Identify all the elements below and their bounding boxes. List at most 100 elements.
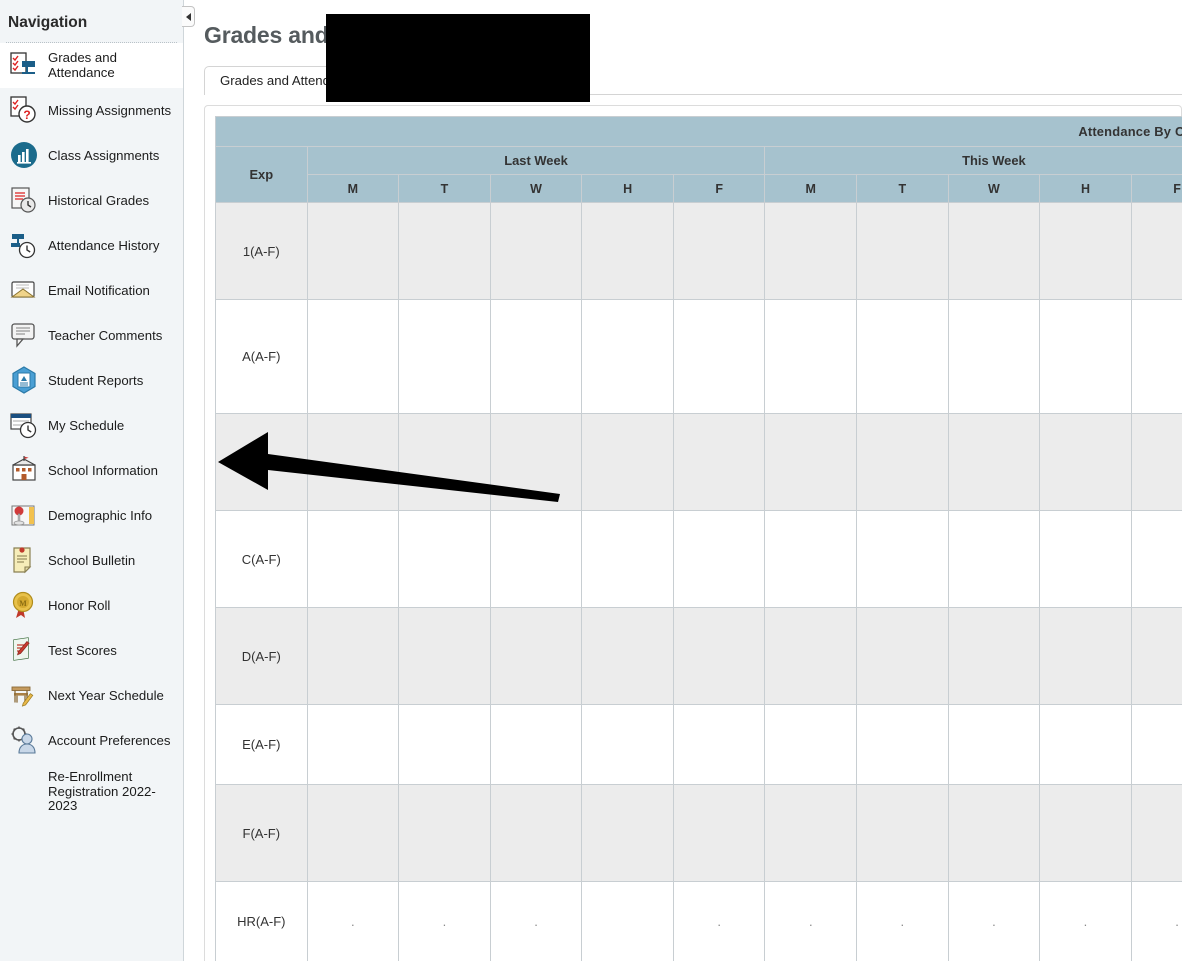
cell-attendance[interactable] — [1130, 784, 1182, 882]
cell-attendance[interactable]: . — [306, 881, 400, 961]
cell-attendance[interactable] — [764, 299, 858, 414]
sidebar-item-test-scores[interactable]: Test Scores — [0, 628, 183, 673]
cell-attendance[interactable] — [489, 607, 583, 705]
cell-attendance[interactable] — [764, 510, 858, 608]
cell-attendance[interactable] — [306, 784, 400, 882]
cell-attendance[interactable] — [672, 202, 766, 300]
cell-attendance[interactable] — [581, 784, 674, 882]
cell-attendance[interactable]: . — [947, 881, 1041, 961]
cell-attendance[interactable] — [306, 299, 400, 414]
cell-attendance[interactable] — [306, 607, 400, 705]
cell-attendance[interactable]: . — [764, 881, 858, 961]
cell-attendance[interactable] — [489, 784, 583, 882]
cell-attendance[interactable] — [947, 413, 1041, 511]
cell-attendance[interactable] — [581, 299, 674, 414]
cell-attendance[interactable]: . — [672, 881, 766, 961]
sidebar-item-teacher-comments[interactable]: Teacher Comments — [0, 313, 183, 358]
cell-attendance[interactable] — [398, 607, 491, 705]
cell-attendance[interactable] — [398, 510, 491, 608]
cell-attendance[interactable]: . — [398, 881, 491, 961]
cell-attendance[interactable] — [947, 784, 1041, 882]
cell-attendance[interactable] — [1130, 510, 1182, 608]
cell-attendance[interactable] — [581, 704, 674, 785]
cell-attendance[interactable] — [581, 202, 674, 300]
cell-attendance[interactable] — [398, 784, 491, 882]
cell-attendance[interactable] — [489, 299, 583, 414]
cell-attendance[interactable] — [672, 510, 766, 608]
cell-attendance[interactable] — [947, 510, 1041, 608]
cell-attendance[interactable] — [1039, 784, 1132, 882]
cell-attendance[interactable] — [764, 202, 858, 300]
cell-attendance[interactable] — [856, 607, 949, 705]
cell-attendance[interactable] — [1039, 510, 1132, 608]
cell-attendance[interactable] — [856, 202, 949, 300]
cell-attendance[interactable] — [672, 784, 766, 882]
cell-attendance[interactable]: . — [1130, 881, 1182, 961]
cell-attendance[interactable] — [581, 413, 674, 511]
sidebar-item-school-bulletin[interactable]: School Bulletin — [0, 538, 183, 583]
cell-attendance[interactable] — [398, 202, 491, 300]
cell-attendance[interactable] — [1130, 704, 1182, 785]
cell-attendance[interactable] — [1039, 704, 1132, 785]
sidebar-item-attendance-history[interactable]: Attendance History — [0, 223, 183, 268]
sidebar-item-student-reports[interactable]: Student Reports — [0, 358, 183, 403]
cell-attendance[interactable] — [672, 413, 766, 511]
cell-attendance[interactable] — [1039, 413, 1132, 511]
cell-attendance[interactable] — [856, 510, 949, 608]
sidebar-item-school-information[interactable]: School Information — [0, 448, 183, 493]
cell-attendance[interactable] — [947, 202, 1041, 300]
cell-attendance[interactable] — [947, 299, 1041, 414]
sidebar-item-account-preferences[interactable]: Account Preferences — [0, 718, 183, 763]
cell-attendance[interactable] — [489, 510, 583, 608]
cell-attendance[interactable] — [581, 510, 674, 608]
sidebar-item-re-enrollment-registration-2022-2023[interactable]: Re-Enrollment Registration 2022-2023 — [0, 763, 183, 822]
my-schedule-icon — [9, 410, 39, 440]
cell-attendance[interactable] — [581, 881, 674, 961]
sidebar-item-honor-roll[interactable]: M Honor Roll — [0, 583, 183, 628]
sidebar-collapse-button[interactable] — [182, 6, 195, 27]
cell-attendance[interactable] — [306, 202, 400, 300]
cell-attendance[interactable] — [764, 704, 858, 785]
sidebar-item-my-schedule[interactable]: My Schedule — [0, 403, 183, 448]
cell-attendance[interactable] — [856, 704, 949, 785]
cell-attendance[interactable] — [1130, 607, 1182, 705]
cell-attendance[interactable] — [489, 202, 583, 300]
cell-attendance[interactable] — [672, 607, 766, 705]
cell-attendance[interactable] — [947, 704, 1041, 785]
cell-attendance[interactable] — [856, 784, 949, 882]
cell-attendance[interactable] — [398, 704, 491, 785]
cell-attendance[interactable] — [1039, 299, 1132, 414]
cell-attendance[interactable] — [672, 704, 766, 785]
cell-attendance[interactable] — [489, 413, 583, 511]
sidebar-item-missing-assignments[interactable]: ? Missing Assignments — [0, 88, 183, 133]
cell-attendance[interactable] — [856, 413, 949, 511]
cell-attendance[interactable] — [947, 607, 1041, 705]
cell-attendance[interactable] — [1130, 299, 1182, 414]
cell-attendance[interactable] — [398, 299, 491, 414]
cell-attendance[interactable]: . — [489, 881, 583, 961]
sidebar-item-next-year-schedule[interactable]: Next Year Schedule — [0, 673, 183, 718]
cell-attendance[interactable] — [856, 299, 949, 414]
sidebar-item-grades-and-attendance[interactable]: Grades and Attendance — [0, 43, 183, 88]
sidebar-item-email-notification[interactable]: Email Notification — [0, 268, 183, 313]
sidebar-item-demographic-info[interactable]: Demographic Info — [0, 493, 183, 538]
sidebar-item-class-assignments[interactable]: Class Assignments — [0, 133, 183, 178]
cell-attendance[interactable]: . — [856, 881, 949, 961]
cell-attendance[interactable] — [764, 607, 858, 705]
cell-attendance[interactable] — [306, 413, 400, 511]
cell-attendance[interactable] — [1130, 413, 1182, 511]
sidebar-item-label: Class Assignments — [48, 147, 160, 163]
cell-attendance[interactable] — [764, 784, 858, 882]
cell-attendance[interactable] — [1039, 202, 1132, 300]
cell-attendance[interactable] — [581, 607, 674, 705]
cell-attendance[interactable] — [398, 413, 491, 511]
cell-attendance[interactable]: . — [1039, 881, 1132, 961]
cell-attendance[interactable] — [306, 704, 400, 785]
cell-attendance[interactable] — [1039, 607, 1132, 705]
cell-attendance[interactable] — [489, 704, 583, 785]
cell-attendance[interactable] — [306, 510, 400, 608]
sidebar-item-historical-grades[interactable]: Historical Grades — [0, 178, 183, 223]
cell-attendance[interactable] — [672, 299, 766, 414]
cell-attendance[interactable] — [764, 413, 858, 511]
cell-attendance[interactable] — [1130, 202, 1182, 300]
